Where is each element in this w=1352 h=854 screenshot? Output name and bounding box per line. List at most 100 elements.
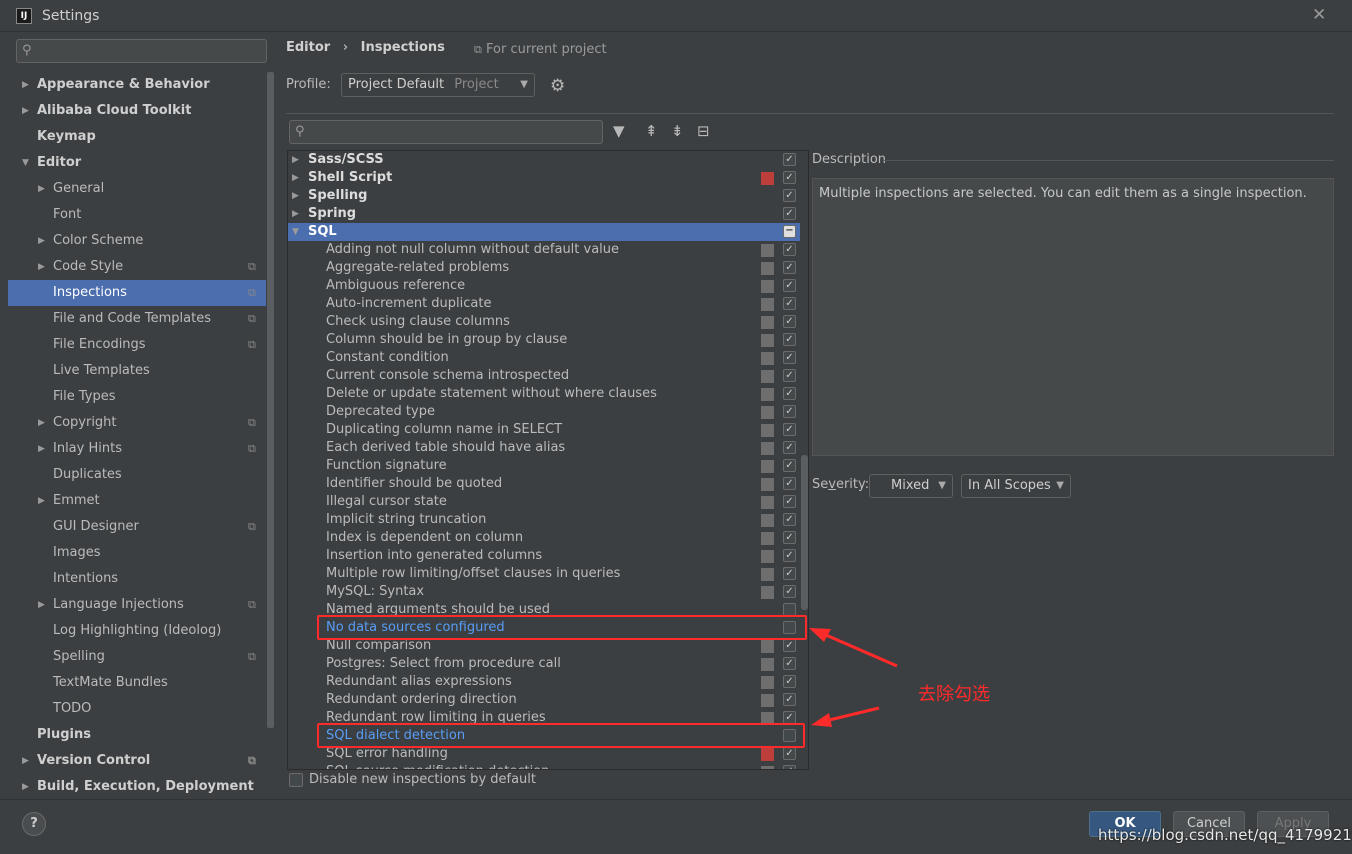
- sidebar-item-appearance-behavior[interactable]: ▶ Appearance & Behavior: [8, 72, 266, 98]
- inspection-row-auto-increment-duplicate[interactable]: Auto-increment duplicate ✓: [288, 295, 800, 313]
- inspection-checkbox[interactable]: ✓: [783, 369, 796, 382]
- chevron-right-icon[interactable]: ▶: [38, 254, 45, 280]
- inspection-row-multiple-row-limiting-offset-clauses-in-queries[interactable]: Multiple row limiting/offset clauses in …: [288, 565, 800, 583]
- inspection-row-ambiguous-reference[interactable]: Ambiguous reference ✓: [288, 277, 800, 295]
- inspection-row-duplicating-column-name-in-select[interactable]: Duplicating column name in SELECT ✓: [288, 421, 800, 439]
- inspection-checkbox[interactable]: ✓: [783, 153, 796, 166]
- sidebar-item-general[interactable]: ▶ General: [8, 176, 266, 202]
- chevron-down-icon[interactable]: ▼: [22, 150, 29, 176]
- expand-all-icon[interactable]: ⇞: [645, 122, 658, 140]
- severity-dropdown[interactable]: Mixed ▼: [869, 474, 953, 498]
- chevron-down-icon[interactable]: ▼: [292, 223, 299, 241]
- sidebar-item-font[interactable]: Font: [8, 202, 266, 228]
- inspection-checkbox[interactable]: ✓: [783, 459, 796, 472]
- inspection-row-function-signature[interactable]: Function signature ✓: [288, 457, 800, 475]
- chevron-right-icon[interactable]: ▶: [38, 228, 45, 254]
- inspection-checkbox[interactable]: ✓: [783, 351, 796, 364]
- chevron-right-icon[interactable]: ▶: [22, 72, 29, 98]
- inspection-checkbox[interactable]: ✓: [783, 243, 796, 256]
- inspection-checkbox[interactable]: ✓: [783, 567, 796, 580]
- inspection-checkbox[interactable]: ✓: [783, 441, 796, 454]
- inspection-row-check-using-clause-columns[interactable]: Check using clause columns ✓: [288, 313, 800, 331]
- sidebar-item-inspections[interactable]: Inspections ⧉: [8, 280, 266, 306]
- inspection-checkbox[interactable]: ✓: [783, 387, 796, 400]
- inspection-checkbox[interactable]: ✓: [783, 297, 796, 310]
- inspection-checkbox[interactable]: ✓: [783, 477, 796, 490]
- inspection-row-each-derived-table-should-have-alias[interactable]: Each derived table should have alias ✓: [288, 439, 800, 457]
- inspection-checkbox[interactable]: ✓: [783, 171, 796, 184]
- gear-icon[interactable]: ⚙: [550, 76, 565, 96]
- sidebar-item-file-encodings[interactable]: File Encodings ⧉: [8, 332, 266, 358]
- inspection-row-constant-condition[interactable]: Constant condition ✓: [288, 349, 800, 367]
- chevron-right-icon[interactable]: ▶: [38, 410, 45, 436]
- sidebar-item-images[interactable]: Images: [8, 540, 266, 566]
- filter-icon[interactable]: ▼: [613, 122, 625, 140]
- inspection-row-aggregate-related-problems[interactable]: Aggregate-related problems ✓: [288, 259, 800, 277]
- inspection-checkbox[interactable]: ✓: [783, 639, 796, 652]
- sidebar-item-log-highlighting-ideolog[interactable]: Log Highlighting (Ideolog): [8, 618, 266, 644]
- sidebar-item-emmet[interactable]: ▶ Emmet: [8, 488, 266, 514]
- inspection-checkbox[interactable]: ✓: [783, 495, 796, 508]
- inspection-checkbox[interactable]: ✓: [783, 549, 796, 562]
- inspection-checkbox[interactable]: ✓: [783, 747, 796, 760]
- sidebar-item-file-types[interactable]: File Types: [8, 384, 266, 410]
- inspection-row-spring[interactable]: ▶ Spring ✓: [288, 205, 800, 223]
- inspection-row-identifier-should-be-quoted[interactable]: Identifier should be quoted ✓: [288, 475, 800, 493]
- disable-new-inspections-checkbox[interactable]: [289, 773, 303, 787]
- sidebar-item-code-style[interactable]: ▶ Code Style ⧉: [8, 254, 266, 280]
- chevron-right-icon[interactable]: ▶: [292, 151, 299, 169]
- chevron-right-icon[interactable]: ▶: [22, 98, 29, 124]
- inspection-checkbox[interactable]: ✓: [783, 693, 796, 706]
- sidebar-item-editor[interactable]: ▼ Editor: [8, 150, 266, 176]
- inspection-row-sql-source-modification-detection[interactable]: SQL source modification detection ✓: [288, 763, 800, 769]
- sidebar-item-gui-designer[interactable]: GUI Designer ⧉: [8, 514, 266, 540]
- collapse-all-icon[interactable]: ⇟: [671, 122, 684, 140]
- sidebar-item-color-scheme[interactable]: ▶ Color Scheme: [8, 228, 266, 254]
- inspection-row-implicit-string-truncation[interactable]: Implicit string truncation ✓: [288, 511, 800, 529]
- inspection-row-illegal-cursor-state[interactable]: Illegal cursor state ✓: [288, 493, 800, 511]
- inspection-row-insertion-into-generated-columns[interactable]: Insertion into generated columns ✓: [288, 547, 800, 565]
- inspection-checkbox[interactable]: ✓: [783, 315, 796, 328]
- sidebar-item-todo[interactable]: TODO: [8, 696, 266, 722]
- inspection-row-redundant-alias-expressions[interactable]: Redundant alias expressions ✓: [288, 673, 800, 691]
- inspection-checkbox[interactable]: ✓: [783, 657, 796, 670]
- sidebar-item-inlay-hints[interactable]: ▶ Inlay Hints ⧉: [8, 436, 266, 462]
- inspection-checkbox[interactable]: ✓: [783, 405, 796, 418]
- inspection-checkbox[interactable]: ✓: [783, 261, 796, 274]
- sidebar-item-plugins[interactable]: Plugins: [8, 722, 266, 748]
- sidebar-item-intentions[interactable]: Intentions: [8, 566, 266, 592]
- inspection-search-input[interactable]: ⚲: [289, 120, 603, 144]
- sidebar-item-spelling[interactable]: Spelling ⧉: [8, 644, 266, 670]
- inspection-checkbox[interactable]: ✓: [783, 333, 796, 346]
- chevron-right-icon[interactable]: ▶: [38, 592, 45, 618]
- inspection-row-column-should-be-in-group-by-clause[interactable]: Column should be in group by clause ✓: [288, 331, 800, 349]
- sidebar-item-textmate-bundles[interactable]: TextMate Bundles: [8, 670, 266, 696]
- chevron-right-icon[interactable]: ▶: [22, 774, 29, 800]
- inspection-row-sass-scss[interactable]: ▶ Sass/SCSS ✓: [288, 151, 800, 169]
- inspection-tree-scrollbar[interactable]: [801, 455, 808, 610]
- inspection-checkbox[interactable]: ✓: [783, 207, 796, 220]
- close-icon[interactable]: ✕: [1312, 5, 1326, 25]
- chevron-right-icon[interactable]: ▶: [38, 488, 45, 514]
- sidebar-item-keymap[interactable]: Keymap: [8, 124, 266, 150]
- reset-icon[interactable]: ⊟: [697, 122, 710, 140]
- help-button[interactable]: ?: [22, 812, 46, 836]
- inspection-checkbox[interactable]: ✓: [783, 513, 796, 526]
- sidebar-item-alibaba-cloud-toolkit[interactable]: ▶ Alibaba Cloud Toolkit: [8, 98, 266, 124]
- breadcrumb-editor[interactable]: Editor: [286, 40, 330, 55]
- inspection-checkbox[interactable]: ✓: [783, 675, 796, 688]
- chevron-right-icon[interactable]: ▶: [292, 187, 299, 205]
- sidebar-item-build-execution-deployment[interactable]: ▶ Build, Execution, Deployment: [8, 774, 266, 800]
- inspection-row-postgres-select-from-procedure-call[interactable]: Postgres: Select from procedure call ✓: [288, 655, 800, 673]
- inspection-row-index-is-dependent-on-column[interactable]: Index is dependent on column ✓: [288, 529, 800, 547]
- inspection-checkbox[interactable]: −: [783, 225, 796, 238]
- sidebar-item-duplicates[interactable]: Duplicates: [8, 462, 266, 488]
- inspection-checkbox[interactable]: ✓: [783, 189, 796, 202]
- inspection-row-delete-or-update-statement-without-where-clauses[interactable]: Delete or update statement without where…: [288, 385, 800, 403]
- inspection-checkbox[interactable]: ✓: [783, 585, 796, 598]
- sidebar-item-copyright[interactable]: ▶ Copyright ⧉: [8, 410, 266, 436]
- sidebar-item-live-templates[interactable]: Live Templates: [8, 358, 266, 384]
- chevron-right-icon[interactable]: ▶: [38, 436, 45, 462]
- chevron-right-icon[interactable]: ▶: [292, 205, 299, 223]
- inspection-checkbox[interactable]: ✓: [783, 423, 796, 436]
